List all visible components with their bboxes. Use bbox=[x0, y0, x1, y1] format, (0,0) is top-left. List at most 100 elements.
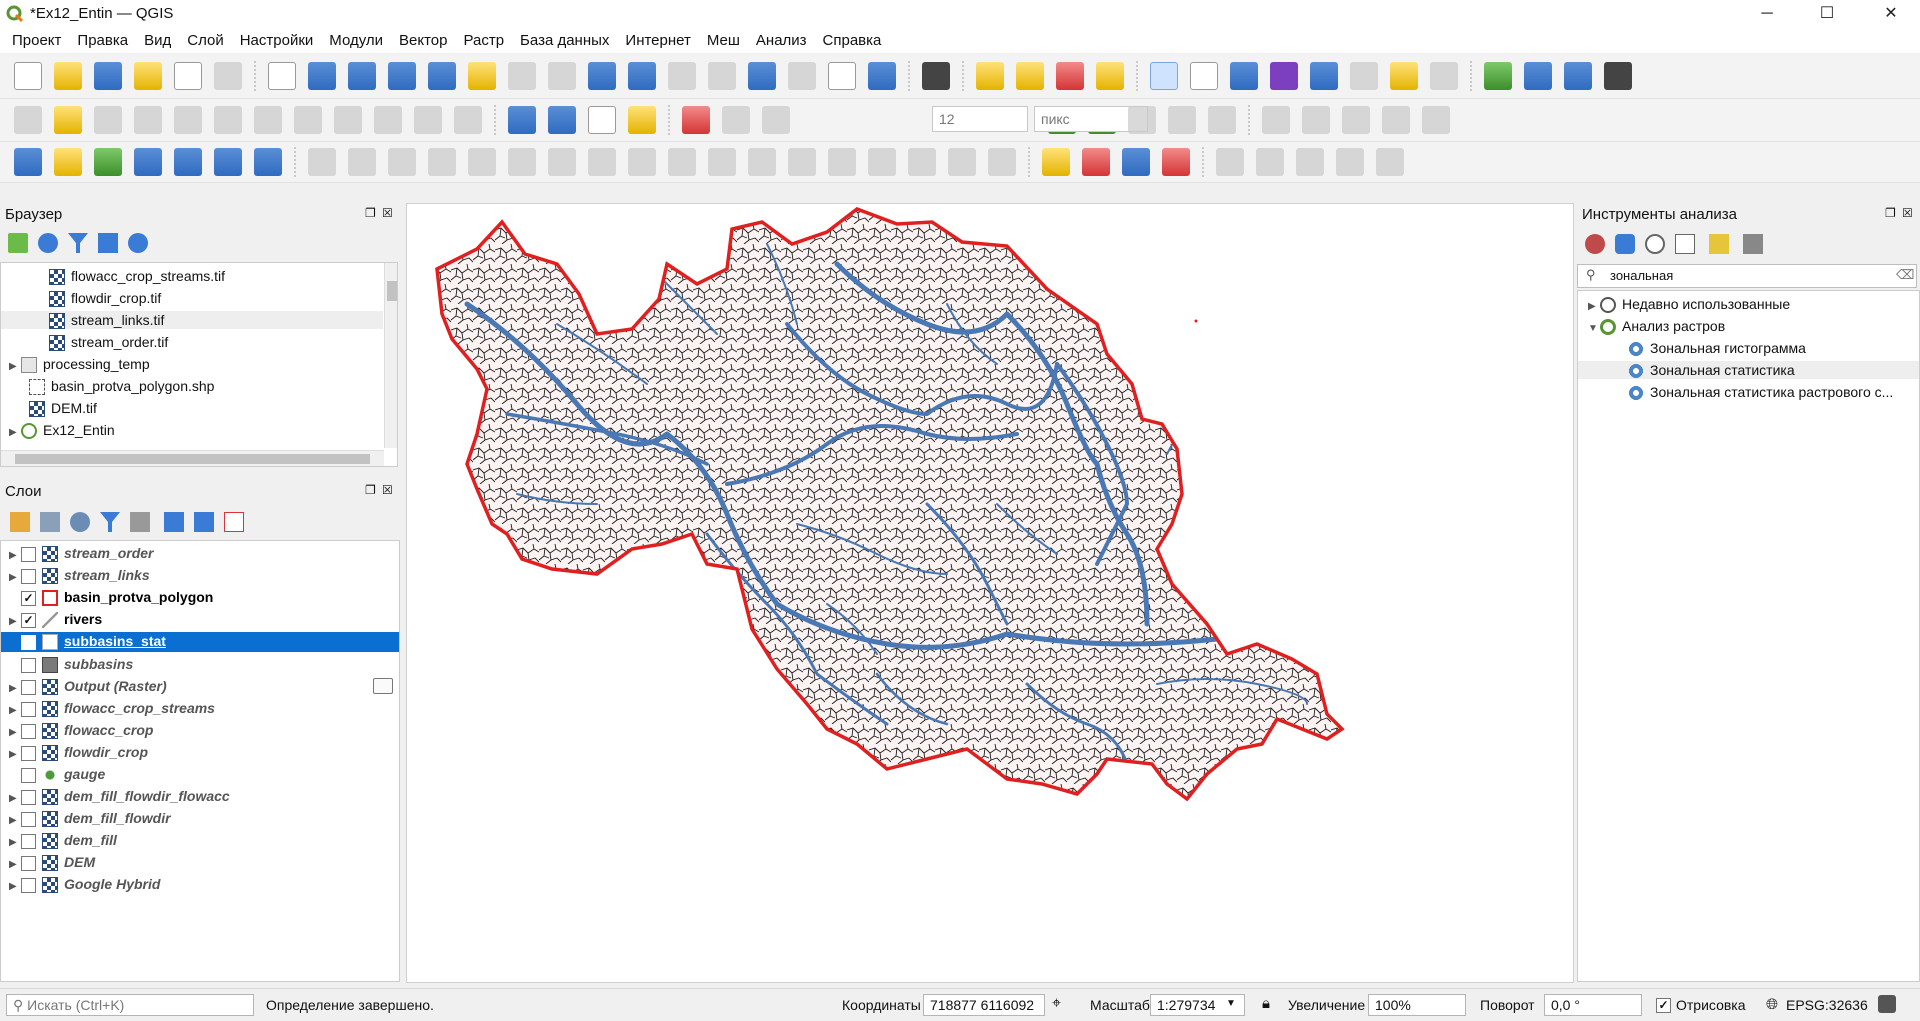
web-search-icon[interactable] bbox=[1564, 62, 1592, 90]
browser-item-selected[interactable]: stream_links.tif bbox=[1, 311, 383, 330]
new-spatialite-icon[interactable] bbox=[134, 148, 162, 176]
rotation-spinbox[interactable]: 0,0 ° bbox=[1544, 994, 1642, 1016]
menu-edit[interactable]: Правка bbox=[69, 32, 136, 49]
models-gear-icon[interactable] bbox=[1585, 234, 1605, 254]
wms-globe-icon[interactable] bbox=[1524, 62, 1552, 90]
open-project-icon[interactable] bbox=[54, 62, 82, 90]
collapse-arrow-icon[interactable]: ▼ bbox=[1588, 320, 1600, 338]
layer-visibility-checkbox[interactable] bbox=[21, 855, 36, 871]
layer-row[interactable]: gauge bbox=[21, 765, 105, 784]
current-edits-icon[interactable] bbox=[14, 106, 42, 134]
deselect-icon[interactable] bbox=[1056, 62, 1084, 90]
vertex-tool-icon[interactable] bbox=[174, 106, 202, 134]
reverse-line-icon[interactable] bbox=[708, 148, 736, 176]
browser-item[interactable]: DEM.tif bbox=[29, 399, 97, 418]
visibility-eye-icon[interactable] bbox=[70, 512, 90, 532]
cut-features-icon[interactable] bbox=[294, 106, 322, 134]
move-diagram-icon[interactable] bbox=[1336, 148, 1364, 176]
delete-selected-icon[interactable] bbox=[254, 106, 282, 134]
expand-arrow-icon[interactable]: ▶ bbox=[9, 878, 21, 896]
rotate-point-symbols-icon[interactable] bbox=[948, 148, 976, 176]
expand-arrow-icon[interactable]: ▶ bbox=[9, 724, 21, 742]
refresh-browser-icon[interactable] bbox=[38, 233, 58, 253]
layer-row[interactable]: ▶ DEM bbox=[9, 853, 95, 874]
layer-row[interactable]: ▶ stream_order bbox=[9, 544, 154, 563]
add-mesh-layer-icon[interactable] bbox=[254, 148, 282, 176]
menu-mesh[interactable]: Меш bbox=[699, 32, 748, 49]
edit-features-in-place-icon[interactable] bbox=[1709, 234, 1729, 254]
layer-visibility-checkbox[interactable] bbox=[21, 568, 36, 584]
select-by-expression-icon[interactable] bbox=[1016, 62, 1044, 90]
expand-arrow-icon[interactable]: ▶ bbox=[9, 856, 21, 874]
offset-point-symbols-icon[interactable] bbox=[988, 148, 1016, 176]
menu-plugins[interactable]: Модули bbox=[321, 32, 391, 49]
zoom-out-icon[interactable] bbox=[388, 62, 416, 90]
delete-ring-icon[interactable] bbox=[548, 148, 576, 176]
layer-visibility-checkbox[interactable] bbox=[21, 546, 36, 562]
add-regular-polygon-icon[interactable] bbox=[1422, 106, 1450, 134]
processing-toolbox-icon[interactable] bbox=[1230, 62, 1258, 90]
add-ellipse-icon[interactable] bbox=[1342, 106, 1370, 134]
zoom-in-icon[interactable] bbox=[348, 62, 376, 90]
layer-visibility-checkbox[interactable]: ✓ bbox=[21, 590, 36, 606]
zoom-full-icon[interactable] bbox=[428, 62, 456, 90]
filter-legend-icon[interactable] bbox=[100, 512, 120, 532]
rotate-label-icon[interactable] bbox=[1256, 148, 1284, 176]
messages-icon[interactable] bbox=[1878, 995, 1896, 1013]
style-panel-icon[interactable] bbox=[10, 512, 30, 532]
processing-algorithm-selected[interactable]: Зональная статистика bbox=[1578, 361, 1919, 380]
bookmark-icon[interactable] bbox=[748, 62, 776, 90]
layer-visibility-checkbox[interactable] bbox=[21, 811, 36, 827]
history-clock-icon[interactable] bbox=[1645, 234, 1665, 254]
simplify-feature-icon[interactable] bbox=[388, 148, 416, 176]
layer-row[interactable]: ▶ stream_links bbox=[9, 566, 150, 585]
quickmapservices-icon[interactable] bbox=[1604, 62, 1632, 90]
scrollbar-thumb[interactable] bbox=[387, 281, 397, 301]
layer-visibility-checkbox[interactable] bbox=[21, 767, 36, 783]
remove-layer-icon[interactable] bbox=[224, 512, 244, 532]
browser-item[interactable]: stream_order.tif bbox=[49, 333, 168, 352]
menu-view[interactable]: Вид bbox=[136, 32, 179, 49]
results-viewer-icon[interactable] bbox=[1675, 234, 1695, 254]
browser-item[interactable]: ▶ processing_temp bbox=[9, 355, 150, 376]
add-part-icon[interactable] bbox=[468, 148, 496, 176]
menu-raster[interactable]: Растр bbox=[455, 32, 512, 49]
close-panel-icon[interactable]: ☒ bbox=[1902, 206, 1913, 220]
pan-icon[interactable] bbox=[268, 62, 296, 90]
new-shapefile-icon[interactable] bbox=[94, 148, 122, 176]
expand-arrow-icon[interactable]: ▶ bbox=[1588, 298, 1600, 316]
browser-vertical-scrollbar[interactable] bbox=[384, 263, 397, 448]
select-features-icon[interactable] bbox=[976, 62, 1004, 90]
graphical-modeler-icon[interactable] bbox=[508, 106, 536, 134]
georeferencer-icon[interactable] bbox=[1484, 62, 1512, 90]
new-3d-view-icon[interactable] bbox=[708, 62, 736, 90]
processing-group-raster-analysis[interactable]: ▼ Анализ растров bbox=[1588, 317, 1725, 338]
float-panel-icon[interactable]: ❐ bbox=[1885, 206, 1896, 220]
move-label-icon[interactable] bbox=[1216, 148, 1244, 176]
layer-row[interactable]: ✓ basin_protva_polygon bbox=[9, 588, 213, 607]
menu-database[interactable]: База данных bbox=[512, 32, 617, 49]
expand-arrow-icon[interactable]: ▶ bbox=[9, 358, 21, 376]
statistics-sigma-icon[interactable] bbox=[1270, 62, 1298, 90]
menu-processing[interactable]: Анализ bbox=[748, 32, 815, 49]
close-panel-icon[interactable]: ☒ bbox=[382, 483, 393, 497]
layer-visibility-checkbox[interactable] bbox=[21, 789, 36, 805]
results-viewer-icon[interactable] bbox=[628, 106, 656, 134]
layer-row[interactable]: ▶ dem_fill bbox=[9, 831, 117, 850]
zoom-next-icon[interactable] bbox=[628, 62, 656, 90]
identify-features-icon[interactable] bbox=[1150, 62, 1178, 90]
layer-row[interactable]: ▶ flowdir_crop bbox=[9, 743, 148, 762]
zoom-last-icon[interactable] bbox=[588, 62, 616, 90]
style-manager-icon[interactable] bbox=[214, 62, 242, 90]
zoom-native-icon[interactable] bbox=[548, 62, 576, 90]
close-panel-icon[interactable]: ☒ bbox=[382, 206, 393, 220]
collapse-all-icon[interactable] bbox=[98, 233, 118, 253]
python-console-icon[interactable] bbox=[548, 106, 576, 134]
show-hide-labels-icon[interactable] bbox=[1162, 148, 1190, 176]
measure-line-icon[interactable] bbox=[1350, 62, 1378, 90]
new-geopackage-icon[interactable] bbox=[54, 148, 82, 176]
layer-visibility-checkbox[interactable]: ✓ bbox=[21, 634, 36, 650]
save-project-icon[interactable] bbox=[94, 62, 122, 90]
clear-search-icon[interactable]: ⌫ bbox=[1896, 267, 1914, 283]
layer-row[interactable]: subbasins bbox=[21, 655, 133, 674]
